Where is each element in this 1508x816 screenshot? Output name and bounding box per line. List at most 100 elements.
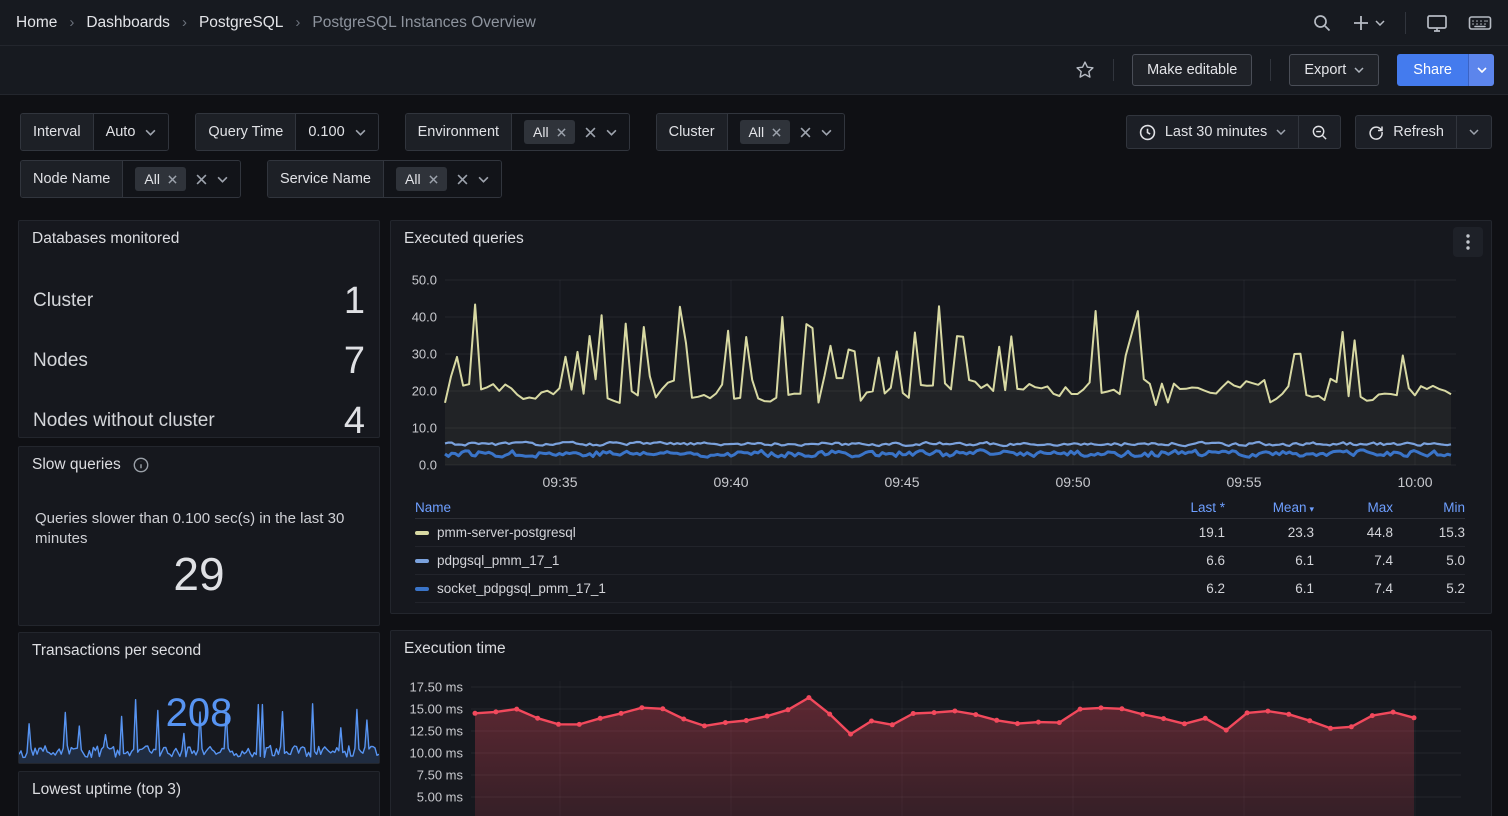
svg-text:40.0: 40.0: [412, 310, 437, 325]
breadcrumb-item-dashboards[interactable]: Dashboards: [86, 14, 170, 32]
legend-value: 7.4: [1314, 581, 1393, 596]
time-range-picker[interactable]: Last 30 minutes: [1126, 115, 1299, 149]
close-icon[interactable]: [557, 128, 566, 137]
legend-column-min[interactable]: Min: [1393, 500, 1465, 515]
share-button[interactable]: Share: [1397, 54, 1468, 86]
breadcrumb-separator: ›: [295, 14, 300, 31]
executed-queries-chart[interactable]: 50.040.030.020.010.00.009:3509:4009:4509…: [391, 265, 1469, 493]
refresh-interval-button[interactable]: [1457, 115, 1492, 149]
stat-value: 7: [344, 340, 365, 383]
interval-label: Interval: [21, 114, 94, 150]
svg-text:5.00 ms: 5.00 ms: [417, 790, 464, 805]
dashboard-toolbar: Make editable Export Share: [0, 46, 1508, 95]
legend-value: 5.2: [1393, 581, 1465, 596]
execution-time-chart[interactable]: 17.50 ms15.00 ms12.50 ms10.00 ms7.50 ms5…: [391, 677, 1469, 816]
refresh-button[interactable]: Refresh: [1355, 115, 1457, 149]
export-button[interactable]: Export: [1289, 54, 1379, 86]
breadcrumb-item-postgresql[interactable]: PostgreSQL: [199, 14, 283, 32]
tps-value: 208: [19, 691, 379, 736]
clear-icon[interactable]: [196, 174, 207, 185]
stat-label: Nodes: [33, 350, 88, 372]
chevron-down-icon: [1469, 129, 1479, 135]
service-name-control: Service Name All: [267, 160, 502, 198]
svg-text:50.0: 50.0: [412, 273, 437, 288]
close-icon[interactable]: [772, 128, 781, 137]
clock-icon: [1139, 124, 1156, 141]
cluster-select[interactable]: All: [728, 114, 845, 150]
legend-value: 6.6: [1135, 553, 1225, 568]
zoom-out-button[interactable]: [1299, 115, 1341, 149]
star-icon[interactable]: [1075, 60, 1095, 80]
legend-column-name[interactable]: Name: [415, 500, 1135, 515]
chevron-down-icon: [606, 129, 617, 136]
legend-column-max[interactable]: Max: [1314, 500, 1393, 515]
add-button[interactable]: [1352, 14, 1385, 32]
legend-row: socket_pdpgsql_pmm_17_16.26.17.45.2: [415, 575, 1465, 603]
svg-text:17.50 ms: 17.50 ms: [410, 680, 464, 695]
zoom-out-icon: [1311, 124, 1328, 141]
close-icon[interactable]: [429, 175, 438, 184]
time-range-label: Last 30 minutes: [1165, 124, 1267, 140]
service-name-chip[interactable]: All: [396, 167, 447, 191]
legend-value: 44.8: [1314, 525, 1393, 540]
panel-databases-monitored: Databases monitored Cluster1Nodes7Nodes …: [18, 220, 380, 438]
search-icon[interactable]: [1312, 13, 1332, 33]
legend-series-name[interactable]: pdpgsql_pmm_17_1: [415, 553, 1135, 568]
monitor-icon[interactable]: [1426, 13, 1448, 33]
panel-title: Executed queries: [404, 230, 524, 248]
legend-series-label: socket_pdpgsql_pmm_17_1: [437, 581, 606, 596]
svg-text:10.00 ms: 10.00 ms: [410, 746, 464, 761]
environment-select[interactable]: All: [512, 114, 629, 150]
refresh-label: Refresh: [1393, 124, 1444, 140]
stat-row: Nodes 7: [33, 331, 365, 391]
legend-series-name[interactable]: socket_pdpgsql_pmm_17_1: [415, 581, 1135, 596]
clear-icon[interactable]: [457, 174, 468, 185]
panel-menu-icon[interactable]: [1453, 227, 1483, 257]
svg-text:09:55: 09:55: [1226, 474, 1261, 490]
filter-row-1: Interval Auto Query Time 0.100 Environme…: [20, 113, 845, 151]
breadcrumb-item-home[interactable]: Home: [16, 14, 57, 32]
keyboard-icon[interactable]: [1468, 14, 1492, 32]
panel-transactions-per-second: Transactions per second 208: [18, 632, 380, 764]
legend-row: pmm-server-postgresql19.123.344.815.3: [415, 519, 1465, 547]
interval-select[interactable]: Auto: [94, 114, 169, 150]
breadcrumb-item-postgresql-instances-overview: PostgreSQL Instances Overview: [312, 14, 535, 32]
service-name-chip-value: All: [405, 171, 421, 187]
legend-value: 5.0: [1393, 553, 1465, 568]
svg-text:10.0: 10.0: [412, 421, 437, 436]
info-icon[interactable]: [133, 457, 149, 473]
service-name-select[interactable]: All: [384, 161, 501, 197]
chevron-down-icon: [1375, 20, 1385, 26]
top-nav: Home›Dashboards›PostgreSQL›PostgreSQL In…: [0, 0, 1508, 46]
node-name-chip[interactable]: All: [135, 167, 186, 191]
legend-series-name[interactable]: pmm-server-postgresql: [415, 525, 1135, 540]
make-editable-button[interactable]: Make editable: [1132, 54, 1252, 86]
clear-icon[interactable]: [800, 127, 811, 138]
share-options-button[interactable]: [1468, 54, 1494, 86]
chevron-down-icon: [1276, 129, 1286, 135]
clear-icon[interactable]: [585, 127, 596, 138]
variable-filters: Interval Auto Query Time 0.100 Environme…: [20, 113, 845, 198]
panel-title: Lowest uptime (top 3): [32, 781, 181, 799]
node-name-select[interactable]: All: [123, 161, 240, 197]
legend-row: pdpgsql_pmm_17_16.66.17.45.0: [415, 547, 1465, 575]
divider: [1405, 12, 1406, 34]
cluster-chip[interactable]: All: [740, 120, 791, 144]
svg-text:15.00 ms: 15.00 ms: [410, 702, 464, 717]
panel-title: Slow queries: [32, 456, 121, 474]
close-icon[interactable]: [168, 175, 177, 184]
environment-chip[interactable]: All: [524, 120, 575, 144]
panel-title: Databases monitored: [32, 230, 179, 248]
share-label: Share: [1413, 62, 1452, 78]
breadcrumb-separator: ›: [182, 14, 187, 31]
export-label: Export: [1304, 62, 1346, 78]
chevron-down-icon: [1354, 67, 1364, 73]
chevron-down-icon: [1477, 67, 1487, 73]
series-color-swatch: [415, 559, 429, 563]
svg-text:09:35: 09:35: [542, 474, 577, 490]
legend-column-last[interactable]: Last *: [1135, 500, 1225, 515]
legend-column-mean[interactable]: Mean▾: [1225, 500, 1314, 515]
query-time-select[interactable]: 0.100: [296, 114, 377, 150]
stat-value: 1: [344, 280, 365, 323]
panel-title: Transactions per second: [32, 642, 201, 660]
